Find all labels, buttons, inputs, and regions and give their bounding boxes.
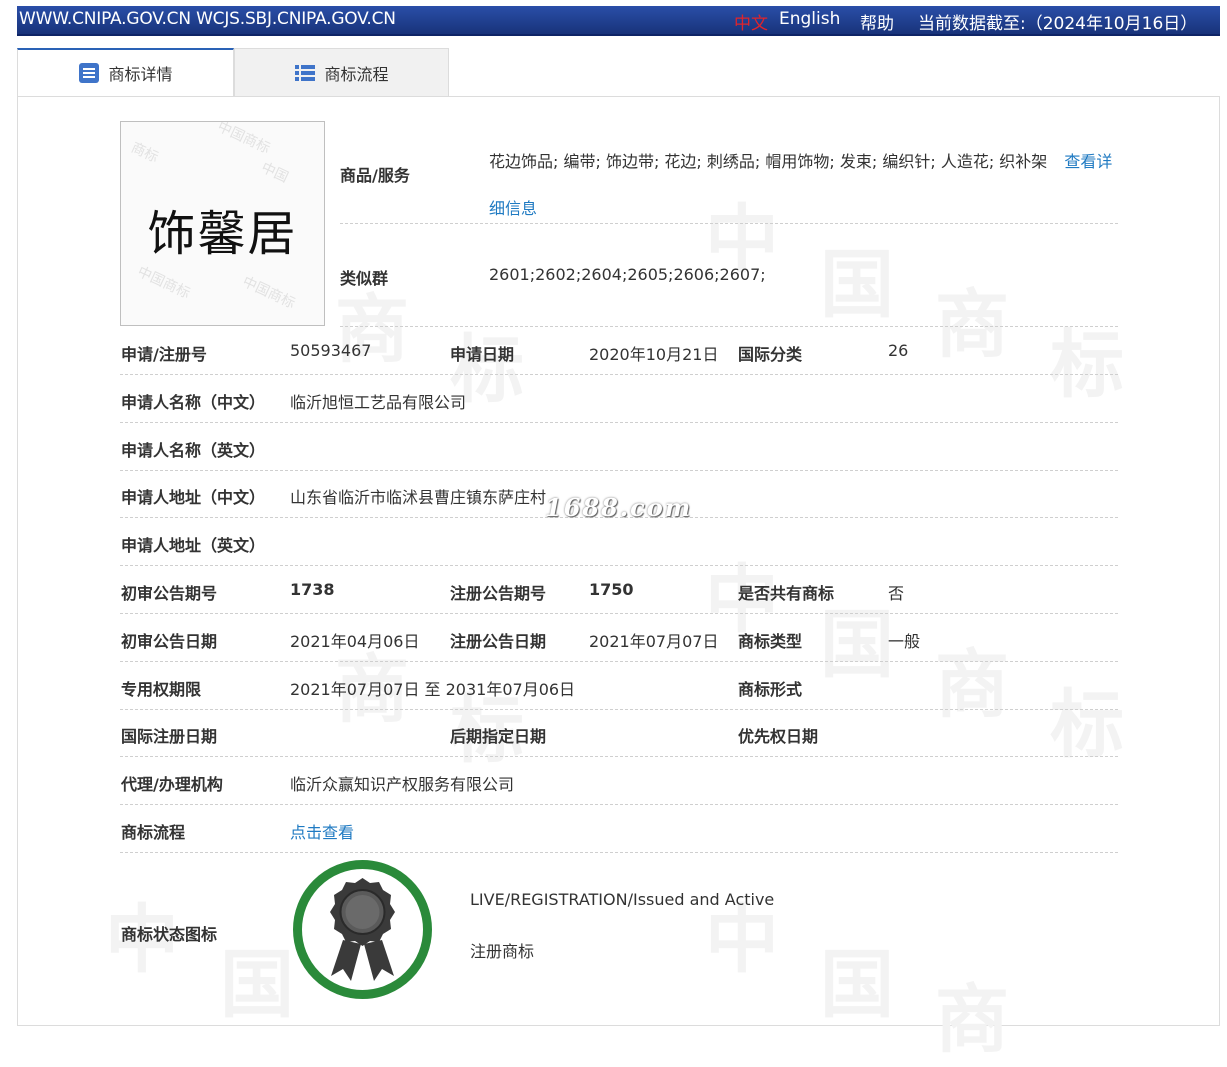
tab-label: 商标流程 [324, 64, 389, 84]
exclusive-value: 2021年07月07日 至 2031年07月06日 [290, 680, 576, 699]
priority-date-label: 优先权日期 [738, 727, 819, 746]
status-en: LIVE/REGISTRATION/Issued and Active [470, 890, 775, 909]
divider [120, 470, 1118, 471]
tab-trademark-flow[interactable]: 商标流程 [234, 48, 449, 96]
address-en-label: 申请人地址（英文） [121, 536, 266, 555]
prelim-no-label: 初审公告期号 [121, 584, 218, 603]
top-bar: WWW.CNIPA.GOV.CN WCJS.SBJ.CNIPA.GOV.CN 中… [17, 6, 1220, 36]
exclusive-label: 专用权期限 [121, 680, 202, 699]
reg-no-value: 50593467 [290, 341, 372, 360]
later-date-label: 后期指定日期 [450, 727, 547, 746]
applicant-en-label: 申请人名称（英文） [121, 441, 266, 460]
list-bullets-icon [295, 64, 316, 81]
site-domains[interactable]: WWW.CNIPA.GOV.CN WCJS.SBJ.CNIPA.GOV.CN [19, 9, 396, 29]
trademark-image: 中国商标 商标 中国 中国商标 中国商标 饰馨居 [120, 121, 325, 326]
agent-value: 临沂众赢知识产权服务有限公司 [290, 775, 515, 794]
status-cn: 注册商标 [470, 942, 535, 961]
intl-reg-date-label: 国际注册日期 [121, 727, 218, 746]
divider [340, 326, 1118, 327]
lang-zh-link[interactable]: 中文 [734, 9, 768, 34]
trademark-text: 饰馨居 [147, 206, 298, 262]
intl-class-value: 26 [888, 341, 909, 360]
divider [120, 661, 1118, 662]
goods-value: 花边饰品; 编带; 饰边带; 花边; 刺绣品; 帽用饰物; 发束; 编织针; 人… [489, 152, 1048, 171]
tab-label: 商标详情 [108, 65, 173, 84]
tm-type-label: 商标类型 [738, 632, 803, 651]
goods-list: 花边饰品; 编带; 饰边带; 花边; 刺绣品; 帽用饰物; 发束; 编织针; 人… [489, 138, 1119, 232]
lang-en-link[interactable]: English [779, 9, 840, 29]
divider [120, 422, 1118, 423]
address-cn-label: 申请人地址（中文） [121, 488, 266, 507]
divider [120, 852, 1118, 853]
flow-view-link[interactable]: 点击查看 [290, 819, 354, 843]
reg-pub-no-label: 注册公告期号 [450, 584, 547, 603]
divider [120, 565, 1118, 566]
address-cn-value: 山东省临沂市临沭县曹庄镇东萨庄村 [290, 488, 547, 507]
registered-badge-icon [293, 860, 432, 999]
data-date: 当前数据截至:（2024年10月16日） [918, 14, 1198, 34]
divider [120, 374, 1118, 375]
apply-date-label: 申请日期 [450, 345, 515, 364]
site-watermark: 1688.com [545, 493, 693, 522]
apply-date-value: 2020年10月21日 [589, 345, 719, 364]
tab-trademark-detail[interactable]: 商标详情 [17, 48, 234, 96]
divider [340, 223, 1118, 224]
tm-type-value: 一般 [888, 632, 921, 651]
list-doc-icon [79, 63, 100, 83]
flow-label: 商标流程 [121, 823, 186, 842]
divider [120, 613, 1118, 614]
prelim-date-value: 2021年04月06日 [290, 632, 420, 651]
similar-group-value: 2601;2602;2604;2605;2606;2607; [489, 265, 766, 284]
divider [120, 756, 1118, 757]
reg-pub-date-value: 2021年07月07日 [589, 632, 719, 651]
intl-class-label: 国际分类 [738, 345, 803, 364]
prelim-no-value: 1738 [290, 580, 335, 599]
reg-pub-no-value: 1750 [589, 580, 634, 599]
prelim-date-label: 初审公告日期 [121, 632, 218, 651]
divider [120, 804, 1118, 805]
reg-no-label: 申请/注册号 [121, 345, 207, 364]
tm-form-label: 商标形式 [738, 680, 803, 699]
shared-label: 是否共有商标 [738, 584, 835, 603]
goods-label: 商品/服务 [340, 166, 410, 185]
status-icon-label: 商标状态图标 [121, 925, 218, 944]
help-link[interactable]: 帮助 [860, 9, 894, 34]
applicant-cn-value: 临沂旭恒工艺品有限公司 [290, 393, 467, 412]
reg-pub-date-label: 注册公告日期 [450, 632, 547, 651]
shared-value: 否 [888, 584, 905, 603]
applicant-cn-label: 申请人名称（中文） [121, 393, 266, 412]
divider [120, 709, 1118, 710]
similar-group-label: 类似群 [340, 269, 389, 288]
agent-label: 代理/办理机构 [121, 775, 223, 794]
